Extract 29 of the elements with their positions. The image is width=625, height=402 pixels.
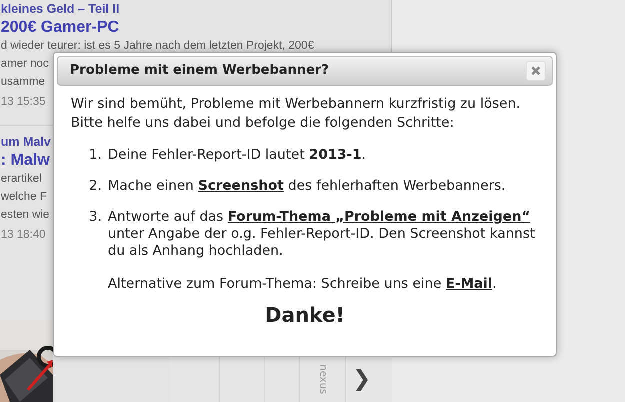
article-excerpt: welche F	[1, 190, 48, 205]
carousel-label: nexus	[316, 364, 329, 394]
next-button[interactable]: ❯	[346, 357, 378, 402]
link[interactable]: Forum-Thema „Probleme mit Anzeigen“	[228, 209, 531, 225]
article-excerpt: amer noc	[1, 57, 49, 72]
step-number: 1.	[88, 147, 103, 164]
article-kicker[interactable]: um Malv	[1, 134, 52, 151]
close-icon	[531, 66, 541, 76]
article-headline[interactable]: 200€ Gamer-PC	[1, 18, 120, 37]
close-button[interactable]	[526, 61, 546, 81]
article-excerpt: d wieder teurer: ist es 5 Jahre nach dem letzten Projekt, 200€	[1, 39, 314, 54]
article-excerpt: erartikel	[1, 172, 42, 187]
step-text: Deine Fehler-Report-ID lautet 2013-1.	[108, 147, 366, 164]
link[interactable]: E-Mail	[446, 276, 493, 292]
article-time: 13 18:40	[1, 228, 46, 243]
article-kicker[interactable]: kleines Geld – Teil II	[1, 1, 120, 18]
thanks-text: Danke!	[264, 307, 346, 324]
article-time: 13 15:35	[1, 95, 46, 110]
step-number: 3.	[88, 209, 103, 227]
step-number: 2.	[88, 178, 103, 195]
article-excerpt: esten wie	[1, 208, 50, 223]
link[interactable]: Screenshot	[198, 178, 284, 194]
article-headline[interactable]: : Malw	[1, 151, 50, 170]
dialog-title: Probleme mit einem Werbebanner?	[70, 62, 330, 80]
step-text: Mache einen Screenshot des fehlerhaften Werbebanners.	[108, 178, 506, 195]
step-text: Antworte auf das Forum-Thema „Probleme mit Anzeigen“ unter Angabe der o.g. Fehler-Report-ID. Den Screenshot kannst du als Anhang hochladen.	[108, 209, 536, 260]
intro-text: Wir sind bemüht, Probleme mit Werbebannern kurzfristig zu lösen. Bitte helfe uns dabei und befolge die folgenden Schritte:	[71, 95, 522, 133]
step-text: Alternative zum Forum-Thema: Schreibe uns eine E-Mail.	[108, 276, 498, 293]
article-excerpt: usamme	[1, 75, 46, 90]
